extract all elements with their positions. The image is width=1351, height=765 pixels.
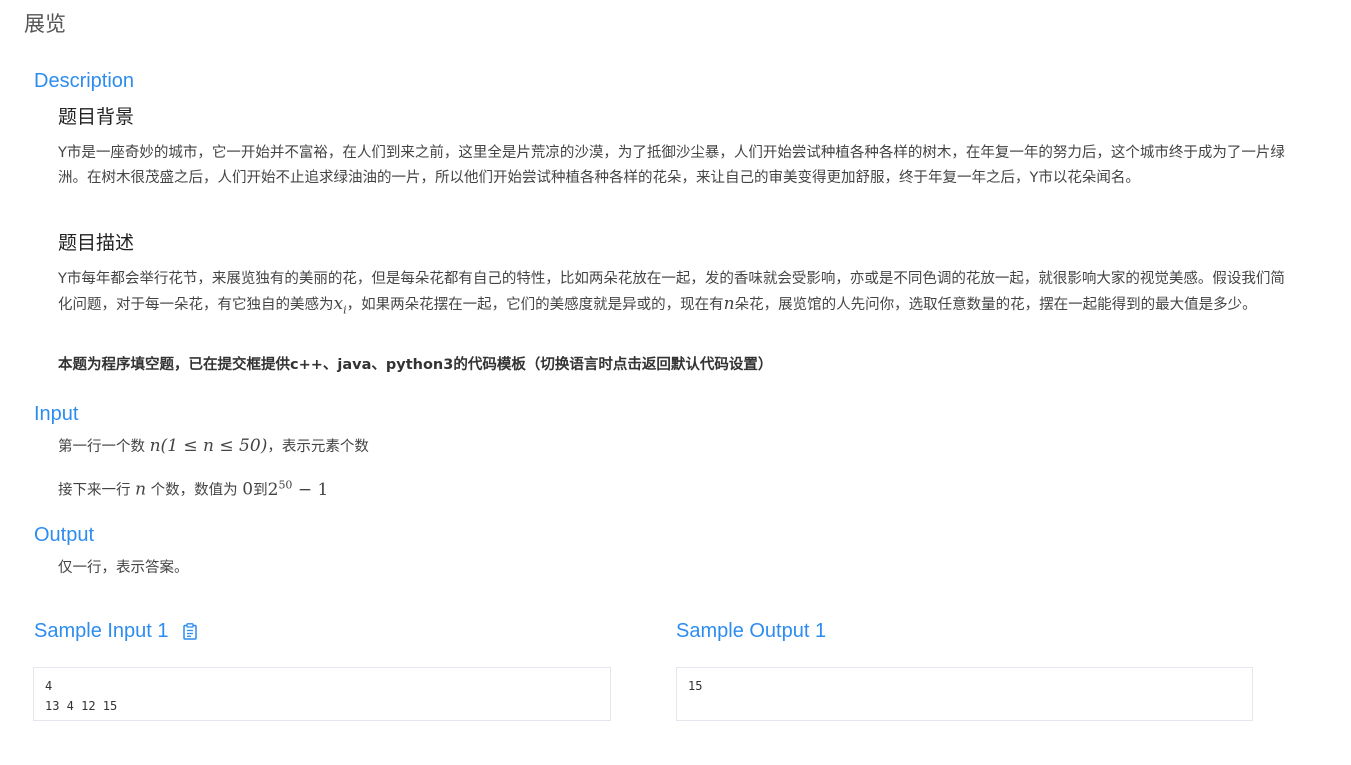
description-text-part3: 朵花，展览馆的人先问你，选取任意数量的花，摆在一起能得到的最大值是多少。 (734, 296, 1257, 313)
input-line-1: 第一行一个数 n(1 ≤ n ≤ 50)，表示元素个数 (58, 436, 369, 456)
math-n-count: n (135, 479, 147, 500)
clipboard-icon[interactable] (182, 623, 197, 640)
sample-output-title: Sample Output 1 (676, 620, 827, 642)
output-heading: Output (34, 524, 95, 546)
math-x-i: xi (333, 293, 347, 316)
description-title: 题目描述 (58, 232, 135, 254)
math-n-range: n(1 ≤ n ≤ 50) (149, 436, 268, 456)
math-n: n (723, 293, 735, 314)
description-heading: Description (34, 70, 135, 92)
input-heading: Input (34, 403, 79, 425)
sample-input-title: Sample Input 1 (34, 620, 197, 643)
sample-input-box[interactable]: 4 13 4 12 15 (33, 667, 611, 721)
background-title: 题目背景 (58, 106, 135, 128)
page-title: 展览 (24, 12, 66, 36)
sample-output-box[interactable]: 15 (676, 667, 1253, 721)
output-text: 仅一行，表示答案。 (58, 560, 189, 576)
description-text-part2: ，如果两朵花摆在一起，它们的美感度就是异或的，现在有 (346, 296, 724, 313)
description-text: Y市每年都会举行花节，来展览独有的美丽的花，但是每朵花都有自己的特性，比如两朵花… (58, 267, 1290, 322)
template-note: 本题为程序填空题，已在提交框提供c++、java、python3的代码模板（切换… (58, 357, 773, 373)
math-zero: 0 (242, 479, 254, 500)
background-text: Y市是一座奇妙的城市，它一开始并不富裕，在人们到来之前，这里全是片荒凉的沙漠，为… (58, 145, 1285, 186)
math-upper-bound: 250 − 1 (267, 478, 329, 500)
input-line-2: 接下来一行 n 个数，数值为 0到250 − 1 (58, 478, 329, 500)
